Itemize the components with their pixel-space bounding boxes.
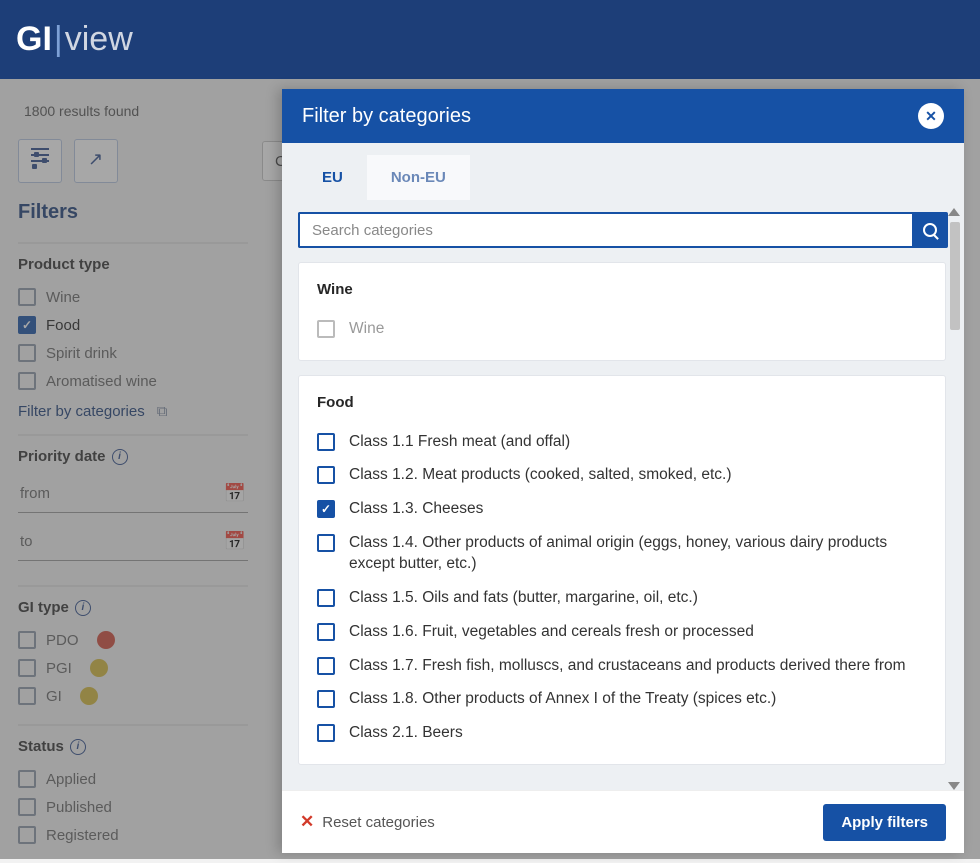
category-label: Class 1.1 Fresh meat (and offal) — [349, 431, 570, 453]
logo-gi: GI — [16, 20, 52, 58]
category-item[interactable]: Class 1.6. Fruit, vegetables and cereals… — [317, 615, 927, 649]
search-icon — [923, 223, 937, 237]
category-item[interactable]: Class 2.1. Beers — [317, 716, 927, 750]
category-item[interactable]: Class 1.8. Other products of Annex I of … — [317, 682, 927, 716]
category-item[interactable]: Class 1.2. Meat products (cooked, salted… — [317, 458, 927, 492]
checkbox-icon — [317, 500, 335, 518]
modal-header: Filter by categories ✕ — [282, 89, 964, 143]
scroll-thumb — [950, 222, 960, 330]
tabs: EU Non-EU — [298, 143, 948, 200]
category-group-food: Food Class 1.1 Fresh meat (and offal) Cl… — [298, 375, 946, 765]
apply-label: Apply filters — [841, 814, 928, 831]
scroll-up-icon — [948, 208, 960, 216]
checkbox-icon — [317, 589, 335, 607]
tab-eu[interactable]: EU — [298, 155, 367, 200]
search-row — [298, 212, 948, 248]
category-item[interactable]: Class 1.5. Oils and fats (butter, margar… — [317, 581, 927, 615]
group-title: Food — [317, 394, 927, 411]
top-bar: GI|view — [0, 0, 980, 79]
checkbox-icon — [317, 534, 335, 552]
logo-view: view — [65, 20, 133, 58]
category-label: Class 1.3. Cheeses — [349, 498, 483, 520]
modal-footer: ✕ Reset categories Apply filters — [282, 790, 964, 853]
apply-filters-button[interactable]: Apply filters — [823, 804, 946, 841]
category-label: Class 1.6. Fruit, vegetables and cereals… — [349, 621, 754, 643]
checkbox-icon — [317, 690, 335, 708]
reset-categories-button[interactable]: ✕ Reset categories — [300, 812, 435, 832]
group-title: Wine — [317, 281, 927, 298]
category-label: Class 1.7. Fresh fish, molluscs, and cru… — [349, 655, 906, 677]
app-logo: GI|view — [16, 20, 133, 59]
category-label: Class 1.4. Other products of animal orig… — [349, 532, 927, 575]
tab-non-eu[interactable]: Non-EU — [367, 155, 470, 200]
close-button[interactable]: ✕ — [918, 103, 944, 129]
reset-x-icon: ✕ — [300, 812, 314, 832]
category-label: Class 2.1. Beers — [349, 722, 463, 744]
checkbox-icon — [317, 433, 335, 451]
checkbox-icon — [317, 657, 335, 675]
reset-label: Reset categories — [322, 814, 435, 831]
modal-body: EU Non-EU Wine Wine Food — [282, 143, 964, 790]
checkbox-icon — [317, 623, 335, 641]
checkbox-icon — [317, 320, 335, 338]
scrollbar — [948, 208, 962, 790]
scroll-down-icon — [948, 782, 960, 790]
category-label: Wine — [349, 318, 384, 340]
category-label: Class 1.2. Meat products (cooked, salted… — [349, 464, 732, 486]
search-input[interactable] — [298, 212, 912, 248]
category-group-wine: Wine Wine — [298, 262, 946, 361]
logo-divider: | — [52, 20, 65, 58]
checkbox-icon — [317, 724, 335, 742]
category-item-cheeses[interactable]: Class 1.3. Cheeses — [317, 492, 927, 526]
category-item[interactable]: Class 1.7. Fresh fish, molluscs, and cru… — [317, 649, 927, 683]
category-item-wine[interactable]: Wine — [317, 312, 927, 346]
category-label: Class 1.8. Other products of Annex I of … — [349, 688, 776, 710]
categories-scroll[interactable]: Wine Wine Food Class 1.1 Fresh meat (and… — [298, 262, 948, 790]
categories-modal: Filter by categories ✕ EU Non-EU Wine Wi… — [282, 89, 964, 853]
search-button[interactable] — [912, 212, 948, 248]
modal-title: Filter by categories — [302, 105, 471, 128]
category-item[interactable]: Class 1.4. Other products of animal orig… — [317, 526, 927, 581]
category-label: Class 1.5. Oils and fats (butter, margar… — [349, 587, 698, 609]
category-item[interactable]: Class 1.1 Fresh meat (and offal) — [317, 425, 927, 459]
close-icon: ✕ — [925, 108, 937, 125]
checkbox-icon — [317, 466, 335, 484]
